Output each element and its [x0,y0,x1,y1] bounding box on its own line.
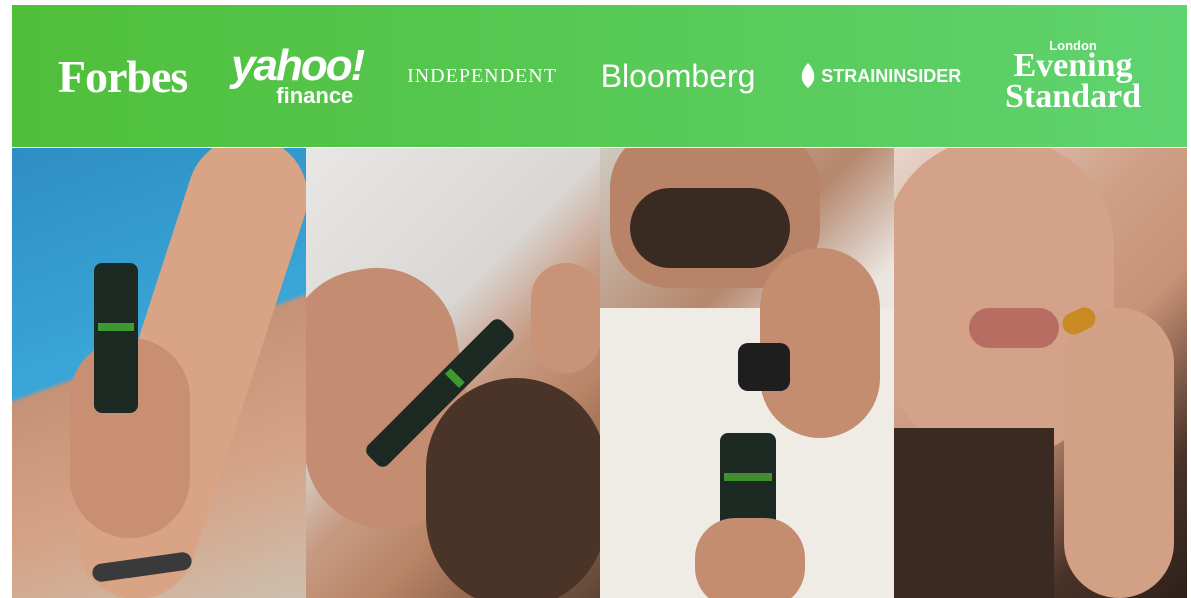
press-logos-banner: Forbes yahoo! finance INDEPENDENT Bloomb… [12,5,1187,147]
evening-standard-line2: Standard [1005,77,1142,115]
photo-syringe-extract [306,148,600,598]
bloomberg-logo: Bloomberg [600,57,756,94]
hand-shape [695,518,805,598]
yahoo-logo-top: yahoo! [231,41,365,91]
hair-shape [894,428,1054,598]
hand-shape [531,263,600,373]
beard-shape [630,188,790,268]
evening-standard-logo: London Evening Standard [1005,39,1142,115]
product-photo-strip [12,148,1187,598]
oil-spray-bottle [94,263,138,413]
straininsider-logo: STRAININSIDER [799,62,961,90]
yahoo-finance-logo: yahoo! finance [231,41,365,108]
photo-oil-spray [12,148,306,598]
photo-cbd-oil-dropper [600,148,894,598]
leaf-icon [801,63,815,88]
hair-shape [426,378,600,598]
yahoo-logo-bottom: finance [276,82,354,108]
hand-shape [1064,308,1174,598]
straininsider-text: STRAININSIDER [821,65,962,86]
photo-capsule [894,148,1187,598]
independent-logo: INDEPENDENT [407,64,557,87]
dropper-cap [738,343,790,391]
forbes-logo: Forbes [57,50,188,102]
lips-shape [969,308,1059,348]
